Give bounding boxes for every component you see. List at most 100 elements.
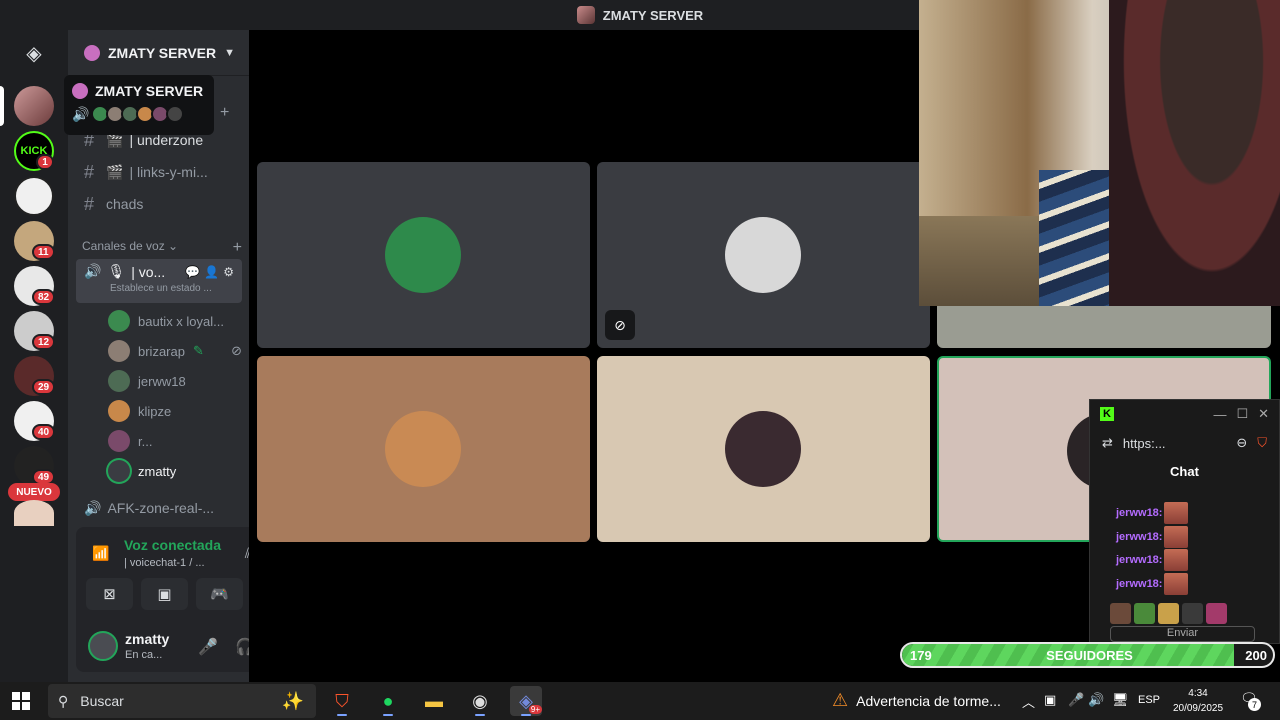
pencil-icon: ✎: [192, 343, 204, 358]
minimize-icon[interactable]: —: [1213, 407, 1226, 422]
add-user-icon[interactable]: 👤: [204, 265, 219, 279]
window-title: ZMATY SERVER: [602, 7, 704, 23]
afk-voice-channel[interactable]: 🔊 AFK-zone-real-...: [76, 494, 242, 522]
server-zmaty[interactable]: [14, 86, 54, 126]
clock-time: 4:34: [1188, 688, 1208, 699]
discord-home-icon[interactable]: ◈: [14, 38, 54, 68]
text-channel[interactable]: # chads: [76, 190, 242, 218]
avatar: [166, 105, 184, 123]
maximize-icon[interactable]: ☐: [1236, 406, 1248, 422]
active-voice-channel[interactable]: 🔊 🎙 | vo... 💬 👤 ⚙ Establece un estado ..…: [76, 259, 242, 303]
voice-status-text[interactable]: Establece un estado ...: [84, 283, 234, 294]
emote: [1164, 573, 1189, 595]
kick-url-bar: ⇄ https:... ⊖ ⛉: [1090, 428, 1279, 458]
selected-server-pill: [0, 86, 4, 126]
followers-goal-bar: 179 SEGUIDORES 200: [900, 642, 1275, 668]
discord-app-icon[interactable]: ◈ 9+: [510, 686, 542, 716]
notification-center-icon[interactable]: 🗨 7: [1240, 690, 1261, 711]
server-badge: 40: [32, 424, 56, 440]
voice-user-name: klipze: [138, 403, 172, 419]
participant-tile[interactable]: [597, 356, 930, 542]
site-settings-icon[interactable]: ⇄: [1102, 435, 1113, 451]
voice-category[interactable]: Canales de voz ⌄ +: [82, 239, 242, 257]
emote[interactable]: [1182, 603, 1203, 624]
voice-connected-label: Voz conectada: [124, 537, 221, 553]
chevron-up-icon[interactable]: ︿: [1022, 692, 1035, 711]
file-explorer-icon[interactable]: ▬: [418, 686, 450, 716]
voice-channel-name: | vo...: [131, 263, 166, 280]
windows-start-icon[interactable]: [12, 692, 30, 710]
participant-tile[interactable]: ⊘: [597, 162, 930, 348]
voice-user-self[interactable]: zmatty: [108, 458, 242, 484]
muted-mic-icon: ⊘: [605, 310, 635, 340]
server-badge: 1: [36, 154, 54, 170]
emote[interactable]: [1110, 603, 1131, 624]
avatar: [108, 430, 130, 452]
volume-icon[interactable]: 🔊: [1088, 692, 1104, 708]
voice-user-name: bautix x loyal...: [138, 313, 224, 329]
text-channel[interactable]: # 🎬 | links-y-mi...: [76, 158, 242, 186]
emote[interactable]: [1134, 603, 1155, 624]
participant-tile[interactable]: [257, 356, 590, 542]
voice-user[interactable]: brizarap ✎ ⊘: [108, 338, 242, 364]
windows-taskbar: ⚲ Buscar ✨ ⛉ ● ▬ ◉ ◈ 9+ ⚠ Advertencia de …: [0, 682, 1280, 720]
obs-icon[interactable]: ◉: [464, 686, 496, 716]
clapper-icon: 🎬: [106, 163, 124, 180]
emote[interactable]: [1206, 603, 1227, 624]
avatar[interactable]: [88, 631, 118, 661]
mic-emoji-icon: 🎙: [107, 263, 126, 279]
voice-user[interactable]: klipze: [108, 398, 242, 424]
clock-date: 20/09/2025: [1172, 703, 1224, 714]
voice-user[interactable]: bautix x loyal...: [108, 308, 242, 334]
camera-off-button[interactable]: ⊠: [86, 578, 133, 610]
avatar: [725, 411, 801, 487]
taskbar-clock[interactable]: 4:34 20/09/2025: [1166, 686, 1230, 716]
sparkle-icon: ✨: [281, 690, 304, 711]
avatar: [385, 411, 461, 487]
taskbar-search[interactable]: ⚲ Buscar ✨: [48, 684, 316, 718]
guild-header[interactable]: ZMATY SERVER ▼: [68, 30, 249, 76]
voice-user-name: r...: [138, 433, 153, 449]
add-channel-icon[interactable]: +: [233, 239, 242, 257]
server-tooltip: ZMATY SERVER 🔊: [64, 75, 214, 135]
brave-shield-icon[interactable]: ⛉: [1257, 435, 1267, 451]
url-text[interactable]: https:...: [1123, 436, 1166, 451]
server-new[interactable]: [14, 500, 54, 526]
zoom-out-icon[interactable]: ⊖: [1236, 435, 1247, 451]
user-status: En ca...: [125, 649, 163, 661]
followers-label: SEGUIDORES: [1046, 648, 1133, 663]
close-icon[interactable]: ✕: [1258, 406, 1269, 422]
screen-share-button[interactable]: ▣: [141, 578, 188, 610]
voice-user[interactable]: jerww18: [108, 368, 242, 394]
participant-tile[interactable]: [257, 162, 590, 348]
activities-button[interactable]: 🎮: [196, 578, 243, 610]
brave-browser-icon[interactable]: ⛉: [326, 686, 358, 716]
add-channel-icon[interactable]: +: [220, 104, 229, 122]
emote-picker: [1110, 603, 1227, 624]
tray-app-icon[interactable]: ▣: [1044, 692, 1056, 708]
emote[interactable]: [1158, 603, 1179, 624]
spotify-icon[interactable]: ●: [372, 686, 404, 716]
chat-username[interactable]: jerww18:: [1116, 554, 1162, 566]
gear-icon[interactable]: ⚙: [223, 265, 234, 279]
chat-username[interactable]: jerww18:: [1116, 578, 1162, 590]
voice-user[interactable]: r...: [108, 428, 242, 454]
server-j[interactable]: [14, 176, 54, 216]
voice-user-name: zmatty: [138, 463, 177, 479]
microphone-icon[interactable]: 🎤: [198, 637, 218, 657]
weather-widget[interactable]: ⚠ Advertencia de torme...: [832, 690, 1001, 711]
chat-username[interactable]: jerww18:: [1116, 507, 1162, 519]
microphone-icon[interactable]: 🎤: [1068, 692, 1084, 708]
avatar: [385, 217, 461, 293]
speaker-icon: 🔊: [84, 263, 102, 279]
username[interactable]: zmatty: [125, 631, 169, 647]
channel-name: chads: [106, 196, 144, 212]
hash-icon: #: [84, 161, 95, 182]
network-icon[interactable]: 🖥: [1112, 692, 1129, 708]
chat-username[interactable]: jerww18:: [1116, 531, 1162, 543]
weather-warning-icon: ⚠: [832, 690, 849, 710]
language-indicator[interactable]: ESP: [1138, 694, 1160, 706]
avatar: [108, 400, 130, 422]
chat-bubble-icon[interactable]: 💬: [185, 265, 200, 279]
send-button[interactable]: Enviar: [1110, 626, 1255, 642]
